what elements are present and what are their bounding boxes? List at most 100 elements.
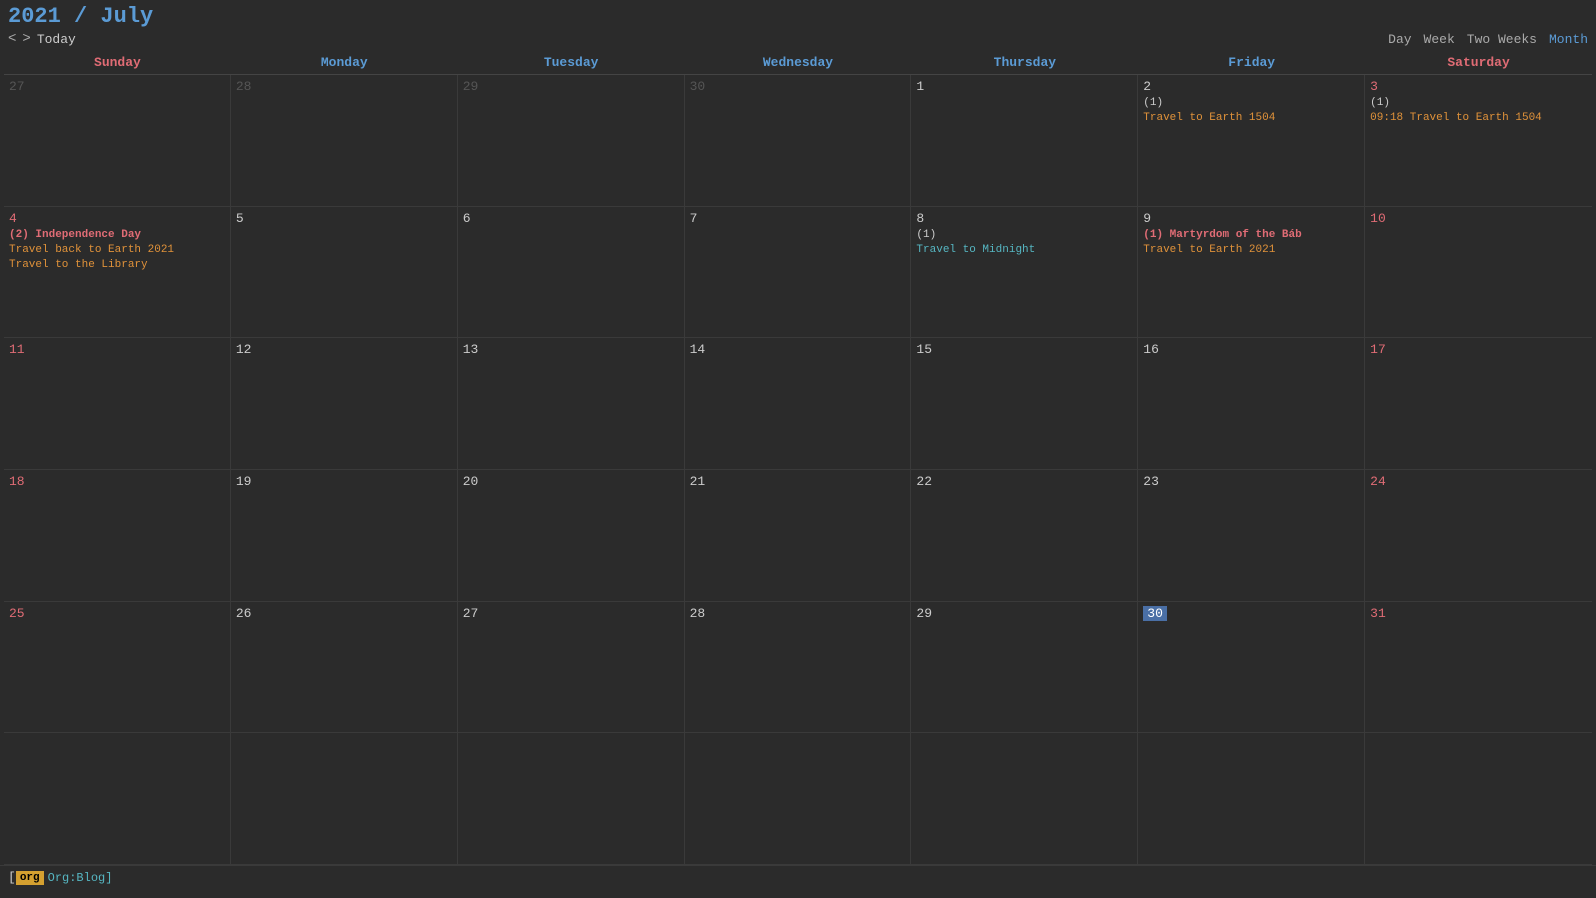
day-cell-empty[interactable] bbox=[1138, 733, 1365, 864]
next-button[interactable]: > bbox=[22, 31, 30, 47]
prev-button[interactable]: < bbox=[8, 31, 16, 47]
day-number: 13 bbox=[463, 342, 679, 357]
day-number: 31 bbox=[1370, 606, 1587, 621]
view-week[interactable]: Week bbox=[1424, 32, 1455, 47]
footer-bracket-open: [ bbox=[8, 870, 16, 885]
event[interactable]: (1) bbox=[1370, 96, 1587, 110]
event[interactable]: (1) bbox=[916, 228, 1132, 242]
day-number: 7 bbox=[690, 211, 906, 226]
view-day[interactable]: Day bbox=[1388, 32, 1411, 47]
day-number: 4 bbox=[9, 211, 225, 226]
day-cell-7[interactable]: 7 bbox=[685, 207, 912, 338]
day-cell-empty[interactable] bbox=[685, 733, 912, 864]
day-number: 2 bbox=[1143, 79, 1359, 94]
week-row-4: 25 262728 29 30 31 bbox=[4, 602, 1592, 734]
day-cell-23[interactable]: 23 bbox=[1138, 470, 1365, 601]
day-cell-25[interactable]: 25 bbox=[4, 602, 231, 733]
event[interactable]: Travel back to Earth 2021 bbox=[9, 243, 225, 257]
day-number: 21 bbox=[690, 474, 906, 489]
footer-bar: [ org Org:Blog] bbox=[0, 865, 1596, 889]
day-cell-30[interactable]: 30 bbox=[1138, 602, 1365, 733]
day-number: 5 bbox=[236, 211, 452, 226]
calendar-grid: 2728293012(1)Travel to Earth 15043(1)09:… bbox=[4, 75, 1592, 865]
day-cell-9[interactable]: 9 (1) Martyrdom of the BábTravel to Earth… bbox=[1138, 207, 1365, 338]
day-cell-27[interactable]: 27 bbox=[4, 75, 231, 206]
day-cell-4[interactable]: 4 (2) Independence DayTravel back to Eart… bbox=[4, 207, 231, 338]
day-number: 29 bbox=[463, 79, 679, 94]
day-cell-empty[interactable] bbox=[1365, 733, 1592, 864]
day-cell-24[interactable]: 24 bbox=[1365, 470, 1592, 601]
day-cell-27[interactable]: 27 bbox=[458, 602, 685, 733]
day-header-saturday: Saturday bbox=[1365, 51, 1592, 74]
day-cell-2[interactable]: 2 (1)Travel to Earth 1504 bbox=[1138, 75, 1365, 206]
week-row-0: 2728293012(1)Travel to Earth 15043(1)09:… bbox=[4, 75, 1592, 207]
day-cell-5[interactable]: 5 bbox=[231, 207, 458, 338]
day-number: 30 bbox=[690, 79, 906, 94]
event[interactable]: Travel to Earth 1504 bbox=[1143, 111, 1359, 125]
day-cell-14[interactable]: 14 bbox=[685, 338, 912, 469]
day-cell-28[interactable]: 28 bbox=[231, 75, 458, 206]
day-cell-19[interactable]: 19 bbox=[231, 470, 458, 601]
day-cell-8[interactable]: 8 (1)Travel to Midnight bbox=[911, 207, 1138, 338]
day-cell-empty[interactable] bbox=[911, 733, 1138, 864]
day-cell-empty[interactable] bbox=[4, 733, 231, 864]
day-number: 18 bbox=[9, 474, 225, 489]
day-cell-21[interactable]: 21 bbox=[685, 470, 912, 601]
day-number: 24 bbox=[1370, 474, 1587, 489]
day-cell-22[interactable]: 22 bbox=[911, 470, 1138, 601]
day-cell-31[interactable]: 31 bbox=[1365, 602, 1592, 733]
day-cell-29[interactable]: 29 bbox=[458, 75, 685, 206]
day-cell-12[interactable]: 12 bbox=[231, 338, 458, 469]
day-cell-empty[interactable] bbox=[458, 733, 685, 864]
day-number: 10 bbox=[1370, 211, 1587, 226]
day-number: 17 bbox=[1370, 342, 1587, 357]
day-number: 15 bbox=[916, 342, 1132, 357]
day-number: 16 bbox=[1143, 342, 1359, 357]
day-cell-1[interactable]: 1 bbox=[911, 75, 1138, 206]
slash-label: / bbox=[61, 4, 101, 29]
month-label: July bbox=[100, 4, 153, 29]
day-cell-15[interactable]: 15 bbox=[911, 338, 1138, 469]
event[interactable]: Travel to Midnight bbox=[916, 243, 1132, 257]
day-cell-28[interactable]: 28 bbox=[685, 602, 912, 733]
day-cell-30[interactable]: 30 bbox=[685, 75, 912, 206]
day-cell-16[interactable]: 16 bbox=[1138, 338, 1365, 469]
day-number: 1 bbox=[916, 79, 1132, 94]
day-cell-empty[interactable] bbox=[231, 733, 458, 864]
day-header-tuesday: Tuesday bbox=[458, 51, 685, 74]
event[interactable]: Travel to Earth 2021 bbox=[1143, 243, 1359, 257]
event[interactable]: (2) Independence Day bbox=[9, 228, 225, 242]
day-cell-29[interactable]: 29 bbox=[911, 602, 1138, 733]
day-number: 3 bbox=[1370, 79, 1587, 94]
footer-tag: org bbox=[16, 871, 44, 885]
day-number: 8 bbox=[916, 211, 1132, 226]
day-cell-18[interactable]: 18 bbox=[4, 470, 231, 601]
day-number: 20 bbox=[463, 474, 679, 489]
day-cell-6[interactable]: 6 bbox=[458, 207, 685, 338]
week-row-3: 18 19 20 21 22 23 24 bbox=[4, 470, 1592, 602]
day-cell-10[interactable]: 10 bbox=[1365, 207, 1592, 338]
today-button[interactable]: Today bbox=[37, 32, 76, 47]
week-row-5 bbox=[4, 733, 1592, 865]
event[interactable]: (1) Martyrdom of the Báb bbox=[1143, 228, 1359, 242]
event[interactable]: 09:18 Travel to Earth 1504 bbox=[1370, 111, 1587, 125]
day-cell-13[interactable]: 13 bbox=[458, 338, 685, 469]
view-two-weeks[interactable]: Two Weeks bbox=[1467, 32, 1537, 47]
day-number: 25 bbox=[9, 606, 225, 621]
view-month[interactable]: Month bbox=[1549, 32, 1588, 47]
day-number: 12 bbox=[236, 342, 452, 357]
day-number: 23 bbox=[1143, 474, 1359, 489]
week-row-1: 4 (2) Independence DayTravel back to Eart… bbox=[4, 207, 1592, 339]
day-number: 9 bbox=[1143, 211, 1359, 226]
day-cell-3[interactable]: 3 (1)09:18 Travel to Earth 1504 bbox=[1365, 75, 1592, 206]
day-number: 29 bbox=[916, 606, 1132, 621]
day-cell-11[interactable]: 11 bbox=[4, 338, 231, 469]
event[interactable]: Travel to the Library bbox=[9, 258, 225, 272]
day-number: 14 bbox=[690, 342, 906, 357]
event[interactable]: (1) bbox=[1143, 96, 1359, 110]
day-cell-26[interactable]: 26 bbox=[231, 602, 458, 733]
day-cell-17[interactable]: 17 bbox=[1365, 338, 1592, 469]
day-cell-20[interactable]: 20 bbox=[458, 470, 685, 601]
day-number: 6 bbox=[463, 211, 679, 226]
day-number: 19 bbox=[236, 474, 452, 489]
